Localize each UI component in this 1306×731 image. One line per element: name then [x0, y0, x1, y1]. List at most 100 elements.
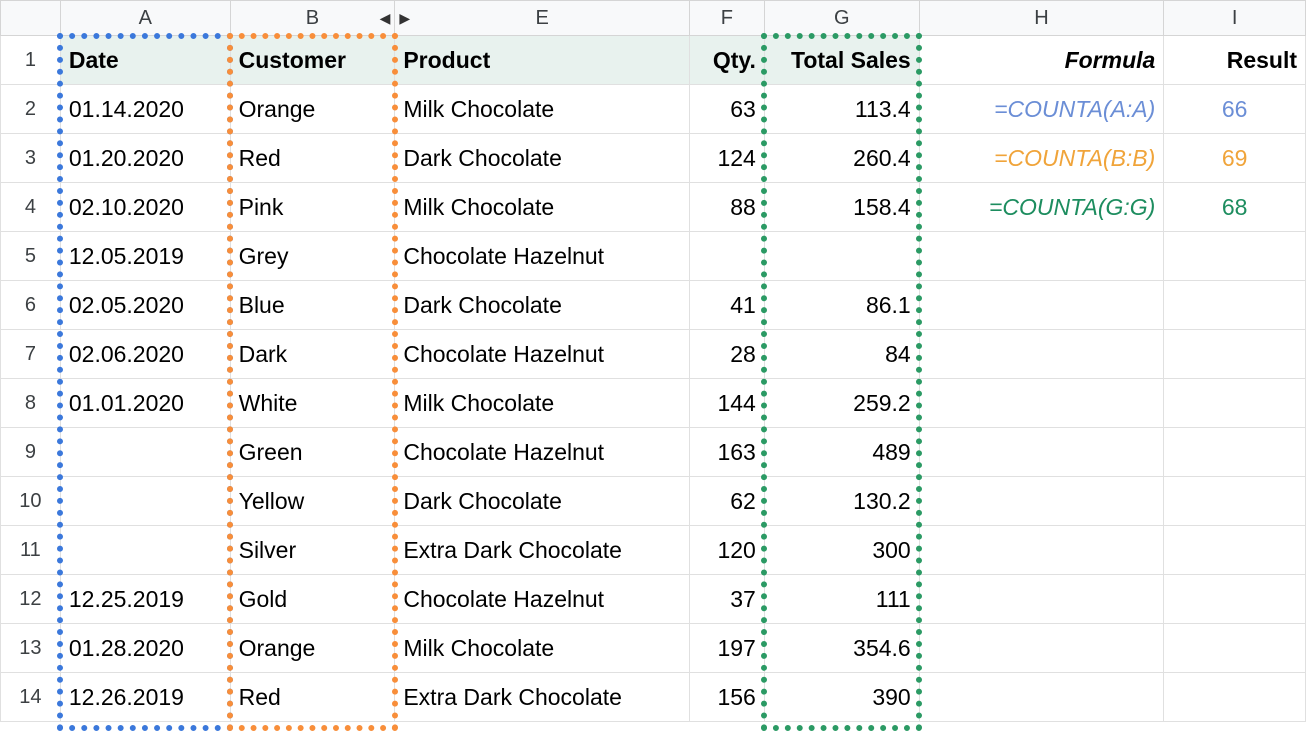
cell[interactable]: 489: [764, 428, 919, 477]
column-header-I[interactable]: I: [1164, 1, 1306, 36]
cell[interactable]: 144: [689, 379, 764, 428]
cell[interactable]: [919, 281, 1164, 330]
cell[interactable]: 69: [1164, 134, 1306, 183]
cell[interactable]: 113.4: [764, 85, 919, 134]
cell[interactable]: 120: [689, 526, 764, 575]
cell[interactable]: Dark Chocolate: [395, 281, 690, 330]
cell[interactable]: 197: [689, 624, 764, 673]
cell[interactable]: 01.14.2020: [60, 85, 230, 134]
cell[interactable]: [1164, 330, 1306, 379]
cell[interactable]: [919, 526, 1164, 575]
row-header[interactable]: 6: [1, 281, 61, 330]
cell[interactable]: Orange: [230, 85, 395, 134]
cell[interactable]: 02.06.2020: [60, 330, 230, 379]
cell[interactable]: [919, 624, 1164, 673]
column-header-H[interactable]: H: [919, 1, 1164, 36]
cell[interactable]: Milk Chocolate: [395, 85, 690, 134]
cell[interactable]: [919, 673, 1164, 722]
cell[interactable]: 111: [764, 575, 919, 624]
cell[interactable]: Chocolate Hazelnut: [395, 428, 690, 477]
corner-cell[interactable]: [1, 1, 61, 36]
cell[interactable]: Extra Dark Chocolate: [395, 673, 690, 722]
cell[interactable]: 62: [689, 477, 764, 526]
cell[interactable]: Yellow: [230, 477, 395, 526]
row-header[interactable]: 3: [1, 134, 61, 183]
column-header-A[interactable]: A: [60, 1, 230, 36]
row-header[interactable]: 10: [1, 477, 61, 526]
cell[interactable]: [689, 232, 764, 281]
cell[interactable]: 41: [689, 281, 764, 330]
row-header[interactable]: 4: [1, 183, 61, 232]
row-header[interactable]: 11: [1, 526, 61, 575]
cell[interactable]: 12.26.2019: [60, 673, 230, 722]
cell[interactable]: [1164, 232, 1306, 281]
cell[interactable]: Gold: [230, 575, 395, 624]
column-header-G[interactable]: G: [764, 1, 919, 36]
cell[interactable]: Dark Chocolate: [395, 134, 690, 183]
cell[interactable]: Dark Chocolate: [395, 477, 690, 526]
cell[interactable]: Chocolate Hazelnut: [395, 330, 690, 379]
cell[interactable]: [1164, 673, 1306, 722]
cell[interactable]: [1164, 379, 1306, 428]
cell[interactable]: [1164, 575, 1306, 624]
row-header[interactable]: 9: [1, 428, 61, 477]
cell[interactable]: [1164, 624, 1306, 673]
cell[interactable]: =COUNTA(A:A): [919, 85, 1164, 134]
row-header[interactable]: 14: [1, 673, 61, 722]
cell[interactable]: 01.20.2020: [60, 134, 230, 183]
cell[interactable]: 130.2: [764, 477, 919, 526]
header-cell-H[interactable]: Formula: [919, 36, 1164, 85]
row-header[interactable]: 7: [1, 330, 61, 379]
cell[interactable]: 01.28.2020: [60, 624, 230, 673]
cell[interactable]: White: [230, 379, 395, 428]
row-header[interactable]: 2: [1, 85, 61, 134]
cell[interactable]: 84: [764, 330, 919, 379]
cell[interactable]: 124: [689, 134, 764, 183]
cell[interactable]: [1164, 281, 1306, 330]
cell[interactable]: [919, 330, 1164, 379]
cell[interactable]: [60, 526, 230, 575]
cell[interactable]: Grey: [230, 232, 395, 281]
cell[interactable]: 163: [689, 428, 764, 477]
header-cell-A[interactable]: Date: [60, 36, 230, 85]
cell[interactable]: 63: [689, 85, 764, 134]
cell[interactable]: 02.10.2020: [60, 183, 230, 232]
cell[interactable]: Pink: [230, 183, 395, 232]
cell[interactable]: 88: [689, 183, 764, 232]
cell[interactable]: 354.6: [764, 624, 919, 673]
cell[interactable]: 28: [689, 330, 764, 379]
cell[interactable]: [919, 477, 1164, 526]
cell[interactable]: 156: [689, 673, 764, 722]
cell[interactable]: =COUNTA(G:G): [919, 183, 1164, 232]
header-cell-B[interactable]: Customer: [230, 36, 395, 85]
cell[interactable]: [1164, 428, 1306, 477]
cell[interactable]: 68: [1164, 183, 1306, 232]
cell[interactable]: [919, 575, 1164, 624]
row-header[interactable]: 8: [1, 379, 61, 428]
row-header[interactable]: 12: [1, 575, 61, 624]
header-cell-E[interactable]: Product: [395, 36, 690, 85]
cell[interactable]: 02.05.2020: [60, 281, 230, 330]
cell[interactable]: Milk Chocolate: [395, 624, 690, 673]
cell[interactable]: 12.25.2019: [60, 575, 230, 624]
cell[interactable]: Chocolate Hazelnut: [395, 232, 690, 281]
cell[interactable]: 37: [689, 575, 764, 624]
column-header-B[interactable]: B◀: [230, 1, 395, 36]
cell[interactable]: Green: [230, 428, 395, 477]
cell[interactable]: Milk Chocolate: [395, 379, 690, 428]
cell[interactable]: Extra Dark Chocolate: [395, 526, 690, 575]
cell[interactable]: [1164, 526, 1306, 575]
cell[interactable]: 01.01.2020: [60, 379, 230, 428]
sheet-table[interactable]: AB◀E▶FGHI1DateCustomerProductQty.Total S…: [0, 0, 1306, 722]
cell[interactable]: Red: [230, 673, 395, 722]
cell[interactable]: [764, 232, 919, 281]
column-header-F[interactable]: F: [689, 1, 764, 36]
cell[interactable]: 158.4: [764, 183, 919, 232]
cell[interactable]: 390: [764, 673, 919, 722]
header-cell-F[interactable]: Qty.: [689, 36, 764, 85]
row-header[interactable]: 13: [1, 624, 61, 673]
cell[interactable]: 86.1: [764, 281, 919, 330]
header-cell-I[interactable]: Result: [1164, 36, 1306, 85]
collapse-left-icon[interactable]: ◀: [380, 11, 391, 25]
cell[interactable]: 259.2: [764, 379, 919, 428]
